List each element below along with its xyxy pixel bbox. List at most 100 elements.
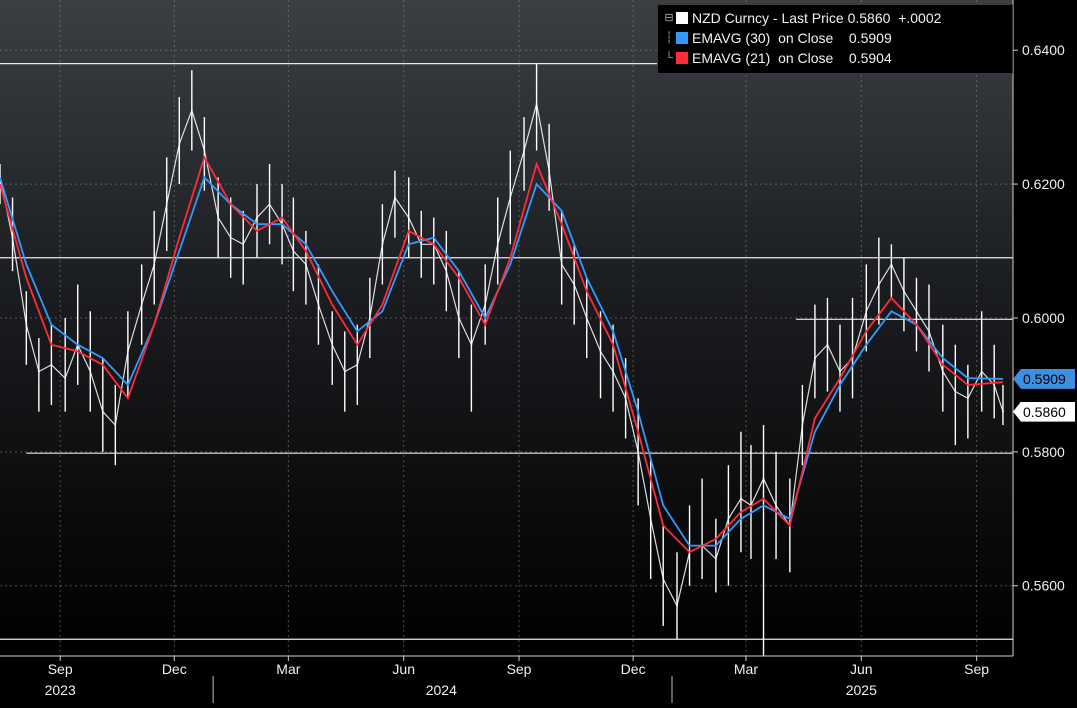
price-point [954, 390, 957, 393]
y-tick-label: 0.5600 [1022, 578, 1065, 594]
price-point [178, 143, 181, 145]
price-point [89, 370, 92, 373]
price-point [268, 203, 271, 206]
price-point [292, 250, 295, 252]
price-point [523, 149, 525, 152]
price-point [101, 410, 104, 413]
x-tick-label: Sep [48, 661, 73, 677]
price-point [457, 317, 460, 319]
legend-ema30-value: 0.5909 [848, 30, 892, 46]
price-point [980, 370, 983, 373]
price-point [775, 504, 777, 507]
legend-swatch-ema21 [676, 52, 688, 64]
price-point [826, 343, 829, 346]
price-point [966, 397, 969, 400]
price-point [814, 357, 816, 360]
price-point [445, 270, 448, 273]
x-tick-label: Sep [507, 661, 532, 677]
price-point [305, 263, 307, 266]
x-tick-label: Jun [850, 661, 873, 677]
price-point [242, 243, 245, 246]
price-point [714, 558, 717, 560]
x-year-label: 2025 [846, 682, 877, 698]
x-tick-label: Mar [734, 661, 758, 677]
legend-price-name: NZD Curncy - Last Price [692, 10, 844, 26]
price-point [190, 109, 193, 112]
last-price-tag-label: 0.5860 [1023, 403, 1066, 420]
price-point [915, 310, 918, 313]
price-point [941, 370, 944, 373]
price-point [612, 370, 614, 373]
price-point [331, 343, 334, 346]
y-tick-label: 0.6000 [1022, 310, 1065, 326]
price-point [585, 317, 588, 319]
y-axis: 0.6400 0.6200 0.6000 0.5800 0.5600 [1012, 0, 1065, 656]
price-point [740, 497, 742, 500]
price-point [25, 323, 28, 326]
legend-ema30-name: EMAVG (30) on Close [692, 30, 834, 46]
legend: ⊟ NZD Curncy - Last Price 0.5860 +.0002 … [657, 4, 1013, 74]
ema30-price-tag: 0.5909 [1013, 368, 1075, 389]
price-point [37, 370, 40, 373]
price-point [381, 243, 384, 246]
price-point [317, 303, 320, 306]
price-point [890, 263, 893, 266]
price-point [839, 370, 841, 373]
price-point [407, 216, 410, 219]
y-tick-label: 0.6400 [1022, 42, 1065, 58]
price-point [1002, 410, 1004, 413]
price-point [727, 517, 730, 520]
price-point [676, 604, 678, 607]
x-year-label: 2023 [45, 682, 76, 698]
price-point [928, 330, 930, 333]
price-point [394, 196, 396, 199]
price-point [877, 283, 880, 286]
price-point [203, 149, 206, 152]
price-point [801, 424, 804, 426]
price-point [496, 243, 499, 246]
price-point [509, 196, 512, 199]
price-point [637, 450, 640, 453]
price-point [50, 363, 53, 366]
price-point [126, 350, 129, 353]
legend-ema21-name: EMAVG (21) on Close [692, 50, 834, 66]
x-tick-label: Dec [621, 661, 646, 677]
x-tick-label: Sep [964, 661, 989, 677]
price-point [573, 283, 576, 286]
x-year-label: 2024 [426, 682, 457, 698]
x-tick-label: Mar [276, 661, 300, 677]
price-point [649, 517, 652, 520]
price-point [993, 383, 996, 386]
price-point [114, 424, 117, 426]
price-point [343, 370, 346, 373]
price-point [64, 377, 67, 380]
collapse-tree-icon[interactable]: ⊟ [664, 8, 674, 28]
ema30-price-tag-label: 0.5909 [1023, 370, 1066, 387]
price-point [560, 263, 563, 266]
price-point [865, 310, 868, 313]
x-tick-label: Dec [162, 661, 187, 677]
y-tick-label: 0.6200 [1022, 176, 1065, 192]
legend-price-value: 0.5860 [847, 10, 891, 26]
x-axis: Sep Dec Mar Jun Sep Dec Mar Jun Sep 2023 2024 2025 [0, 655, 1013, 703]
last-price-tag: 0.5860 [1013, 401, 1075, 422]
price-point [356, 363, 359, 366]
legend-row-ema30: ┆ EMAVG (30) on Close 0.5909 [664, 28, 1012, 48]
price-point [256, 216, 258, 219]
price-point [548, 169, 551, 172]
legend-swatch-ema30 [676, 32, 688, 44]
price-point [153, 263, 156, 266]
tree-branch-icon: ┆ [665, 32, 673, 44]
price-point [229, 236, 232, 239]
price-point [420, 243, 423, 246]
legend-price-change: +.0002 [898, 10, 942, 26]
tree-branch-icon: └ [665, 52, 673, 64]
y-tick-label: 0.5800 [1022, 444, 1065, 460]
price-point [217, 216, 220, 219]
legend-swatch-price [676, 12, 688, 24]
x-tick-label: Jun [392, 661, 415, 677]
legend-row-price: ⊟ NZD Curncy - Last Price 0.5860 +.0002 [664, 8, 1012, 28]
price-point [484, 303, 487, 306]
price-point [599, 350, 602, 353]
price-chart: 0.6400 0.6200 0.6000 0.5800 0.5600 Sep Dec Mar… [0, 0, 1077, 703]
